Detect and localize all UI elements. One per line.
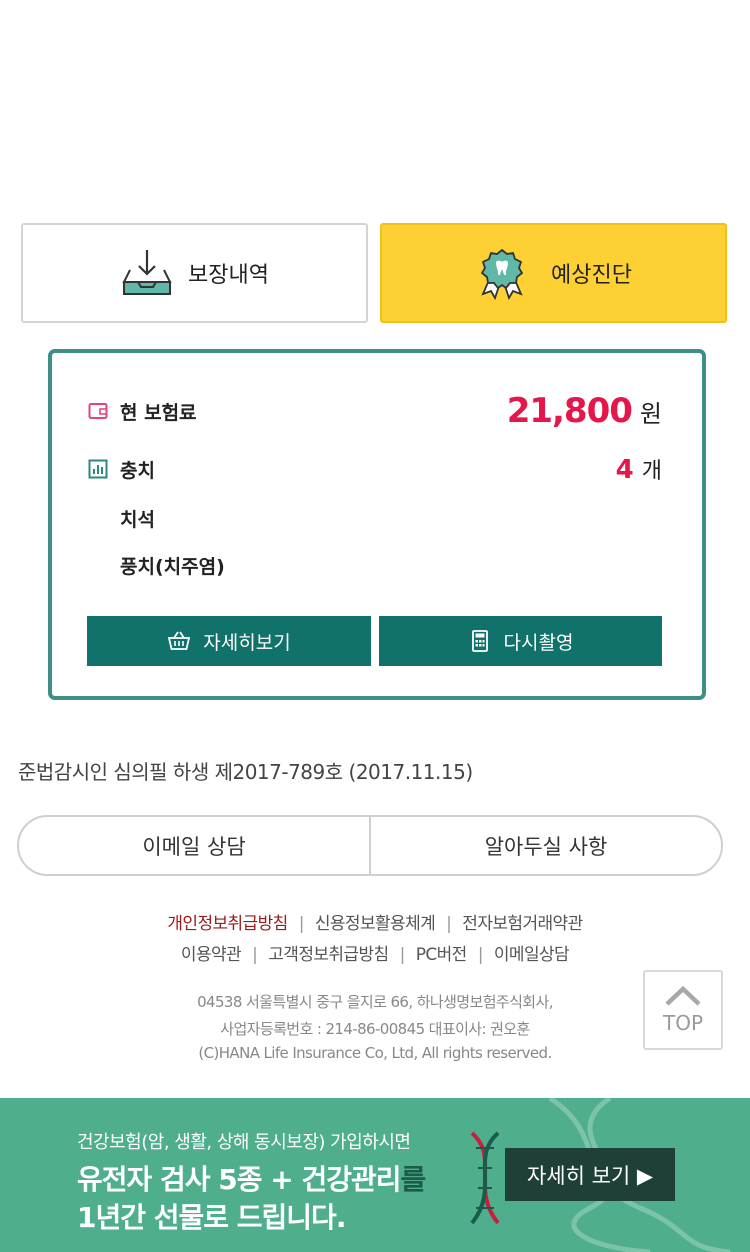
tab-diagnosis[interactable]: 예상진단	[380, 223, 727, 323]
retake-button[interactable]: 다시촬영	[379, 616, 662, 666]
link-divider: |	[446, 914, 452, 934]
banner-line-1: 건강보험(암, 생활, 상해 동시보장) 가입하시면	[77, 1132, 411, 1153]
link-divider: |	[252, 945, 258, 965]
result-summary-card: 현 보험료 21,800 원 충치 4 개 치석 풍치(치주염) 자세히보기 다…	[48, 349, 706, 700]
tab-coverage-label: 보장내역	[188, 263, 269, 288]
calculator-icon	[471, 630, 488, 652]
cavity-value-group: 4 개	[616, 453, 662, 485]
view-tabs: 보장내역 예상진단	[21, 223, 727, 323]
footer-links-row-1: 개인정보취급방침 | 신용정보활용체계 | 전자보험거래약관	[0, 909, 750, 934]
premium-unit: 원	[639, 400, 662, 428]
dna-icon	[470, 1131, 500, 1225]
tab-diagnosis-label: 예상진단	[551, 263, 632, 288]
periodontitis-row: 풍치(치주염)	[120, 552, 662, 579]
business-registration: 사업자등록번호 : 214-86-00845 대표이사: 권오훈	[220, 1020, 530, 1038]
company-address: 04538 서울특별시 중구 을지로 66, 하나생명보험주식회사,	[197, 993, 553, 1011]
premium-value-group: 21,800 원	[507, 391, 662, 431]
footer-links-row-2: 이용약관 | 고객정보취급방침 | PC버전 | 이메일상담	[0, 940, 750, 965]
compliance-notice: 준법감시인 심의필 하생 제2017-789호 (2017.11.15)	[18, 760, 473, 784]
cavity-count: 4	[615, 455, 634, 485]
premium-value: 21,800	[506, 391, 633, 431]
download-tray-icon	[122, 250, 172, 295]
scroll-top-button[interactable]: TOP	[643, 970, 723, 1050]
credit-info-link[interactable]: 신용정보활용체계	[315, 914, 436, 934]
details-button[interactable]: 자세히보기	[87, 616, 371, 666]
bar-chart-icon	[88, 459, 108, 479]
tartar-label: 치석	[120, 509, 155, 531]
chevron-up-icon	[665, 985, 701, 1006]
cavity-row: 충치 4 개	[88, 453, 662, 485]
scroll-top-label: TOP	[662, 1011, 704, 1035]
banner-line-2: 유전자 검사 5종 + 건강관리를	[77, 1158, 427, 1198]
retake-button-label: 다시촬영	[503, 631, 574, 654]
tooth-badge-icon	[480, 248, 524, 300]
wallet-icon	[88, 403, 108, 419]
banner-line-2-suffix: 를	[400, 1163, 427, 1196]
tartar-row: 치석	[120, 505, 662, 532]
periodontitis-label: 풍치(치주염)	[120, 556, 225, 578]
link-divider: |	[298, 914, 305, 934]
tab-coverage[interactable]: 보장내역	[21, 223, 368, 323]
customer-info-policy-link[interactable]: 고객정보취급방침	[268, 945, 389, 965]
terms-link[interactable]: 이용약관	[181, 945, 242, 965]
e-insurance-terms-link[interactable]: 전자보험거래약관	[462, 914, 583, 934]
basket-icon	[168, 631, 191, 650]
premium-row: 현 보험료 21,800 원	[88, 391, 662, 431]
banner-line-2-main: 유전자 검사 5종 + 건강관리	[77, 1163, 402, 1196]
promo-banner[interactable]: 건강보험(암, 생활, 상해 동시보장) 가입하시면 유전자 검사 5종 + 건…	[0, 1098, 750, 1252]
privacy-policy-link[interactable]: 개인정보취급방침	[167, 914, 288, 934]
email-consult-link[interactable]: 이메일상담	[494, 945, 570, 965]
details-button-label: 자세히보기	[203, 631, 291, 654]
cavity-unit: 개	[641, 459, 662, 484]
banner-details-button[interactable]: 자세히 보기 ▶	[505, 1148, 675, 1201]
copyright: (C)HANA Life Insurance Co, Ltd, All righ…	[198, 1044, 552, 1062]
pc-version-link[interactable]: PC버전	[416, 945, 468, 965]
link-divider: |	[477, 945, 484, 965]
banner-line-3: 1년간 선물로 드립니다.	[77, 1201, 346, 1234]
email-consult-button[interactable]: 이메일 상담	[19, 817, 369, 874]
link-divider: |	[399, 945, 406, 965]
notes-button[interactable]: 알아두실 사항	[371, 817, 721, 874]
premium-label: 현 보험료	[120, 401, 197, 424]
cavity-label: 충치	[120, 459, 155, 482]
contact-pill: 이메일 상담 알아두실 사항	[17, 815, 723, 876]
